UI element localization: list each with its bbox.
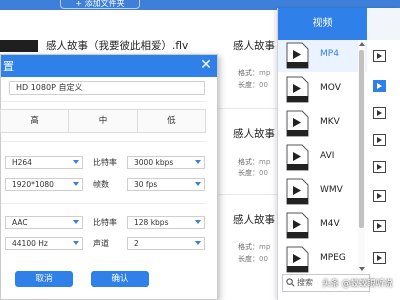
- file-name: 感人故事（我要彼此相爱）.flv: [46, 40, 189, 52]
- mp4-file-icon: [286, 42, 309, 69]
- section-divider: [1, 203, 206, 204]
- video-encoder-select[interactable]: H264: [5, 156, 83, 169]
- audio-bitrate-label: 比特率: [93, 218, 117, 227]
- section-divider: [1, 101, 206, 102]
- preset-video-icon[interactable]: [373, 190, 386, 202]
- framerate-label: 帧数: [93, 180, 109, 189]
- chevron-down-icon: [73, 220, 79, 224]
- output-format: 格式：mp: [238, 158, 271, 166]
- format-item-avi[interactable]: AVI: [278, 142, 367, 174]
- settings-dialog: 置 ✕ HD 1080P 自定义 高 中 低 H264 比特率 3000 kbp…: [0, 54, 218, 300]
- confirm-button[interactable]: 确认: [91, 271, 149, 287]
- avi-file-icon: [286, 144, 309, 171]
- preset-video-icon[interactable]: [373, 161, 386, 173]
- search-icon: [286, 278, 295, 287]
- output-format: 格式：mp: [238, 243, 271, 251]
- channels-label: 声道: [93, 239, 109, 248]
- format-item-m4v[interactable]: M4V: [278, 210, 367, 242]
- samplerate-select[interactable]: 44100 Hz: [5, 237, 83, 250]
- audio-encoder-select[interactable]: AAC: [5, 216, 83, 229]
- format-item-mp4[interactable]: MP4: [278, 40, 367, 72]
- output-duration: 长度：00: [238, 255, 268, 263]
- format-label: M4V: [320, 219, 340, 229]
- section-divider: [1, 141, 206, 142]
- format-list: MP4 MOV MKV AVI WMV M4V MPEG: [278, 40, 367, 276]
- scroll-thumb[interactable]: [359, 50, 364, 228]
- quality-medium-button[interactable]: 中: [68, 109, 138, 133]
- video-bitrate-select[interactable]: 3000 kbps: [127, 156, 205, 169]
- format-label: MOV: [320, 83, 341, 93]
- format-item-mkv[interactable]: MKV: [278, 108, 367, 140]
- video-bitrate-label: 比特率: [93, 158, 117, 167]
- m4v-file-icon: [286, 212, 309, 239]
- scroll-down-icon[interactable]: [359, 267, 365, 271]
- scroll-up-icon[interactable]: [359, 42, 365, 46]
- close-icon[interactable]: ✕: [197, 56, 215, 74]
- preset-field[interactable]: HD 1080P 自定义: [9, 81, 205, 95]
- framerate-select[interactable]: 30 fps: [127, 178, 205, 191]
- add-folder-button[interactable]: + 添加文件夹: [60, 0, 140, 9]
- resolution-select[interactable]: 1920*1080: [5, 178, 83, 191]
- chevron-down-icon: [195, 241, 201, 245]
- preset-video-icon[interactable]: [373, 107, 386, 119]
- output-file-name: 感人故事: [233, 128, 275, 140]
- video-thumbnail: [0, 40, 38, 52]
- watermark-text: 头条 @蛟蛟眼听说: [322, 279, 393, 289]
- format-item-mpeg[interactable]: MPEG: [278, 244, 367, 276]
- format-label: WMV: [320, 185, 343, 195]
- dialog-title: 置: [3, 60, 14, 73]
- quality-selector: 高 中 低: [0, 109, 206, 133]
- mov-file-icon: [286, 76, 309, 103]
- format-label: MKV: [320, 117, 340, 127]
- format-tabs: 视频: [278, 8, 400, 40]
- output-format: 格式：mp: [238, 69, 271, 77]
- chevron-down-icon: [73, 241, 79, 245]
- preset-video-icon[interactable]: [373, 80, 386, 92]
- format-item-mov[interactable]: MOV: [278, 74, 367, 106]
- wmv-file-icon: [286, 178, 309, 205]
- output-duration: 长度：00: [238, 81, 268, 89]
- preset-video-icon[interactable]: [373, 252, 386, 264]
- cancel-button[interactable]: 取消: [15, 271, 73, 287]
- chevron-down-icon: [73, 182, 79, 186]
- dialog-header: 置 ✕: [1, 55, 217, 77]
- mkv-file-icon: [286, 110, 309, 137]
- format-label: MP4: [320, 49, 339, 59]
- preset-column: [369, 40, 400, 276]
- chevron-down-icon: [195, 182, 201, 186]
- format-label: AVI: [320, 151, 335, 161]
- quality-low-button[interactable]: 低: [136, 109, 206, 133]
- mpeg-file-icon: [286, 246, 309, 273]
- chevron-down-icon: [73, 160, 79, 164]
- audio-bitrate-select[interactable]: 128 kbps: [127, 216, 205, 229]
- preset-video-icon[interactable]: [373, 50, 386, 62]
- quality-high-button[interactable]: 高: [0, 109, 70, 133]
- format-item-wmv[interactable]: WMV: [278, 176, 367, 208]
- row-divider: [215, 108, 280, 109]
- chevron-down-icon: [195, 160, 201, 164]
- preset-video-icon[interactable]: [373, 220, 386, 232]
- format-label: MPEG: [320, 253, 346, 263]
- output-file-name: 感人故事: [233, 214, 275, 226]
- output-duration: 长度：00: [238, 169, 268, 177]
- chevron-down-icon: [195, 220, 201, 224]
- row-divider: [215, 194, 280, 195]
- preset-video-icon[interactable]: [373, 134, 386, 146]
- tab-video[interactable]: 视频: [278, 8, 367, 40]
- channels-select[interactable]: 2: [127, 237, 205, 250]
- format-panel: 视频 MP4 MOV MKV AVI WMV M4V MPEG 搜索: [277, 8, 400, 300]
- format-list-scrollbar[interactable]: [358, 40, 365, 276]
